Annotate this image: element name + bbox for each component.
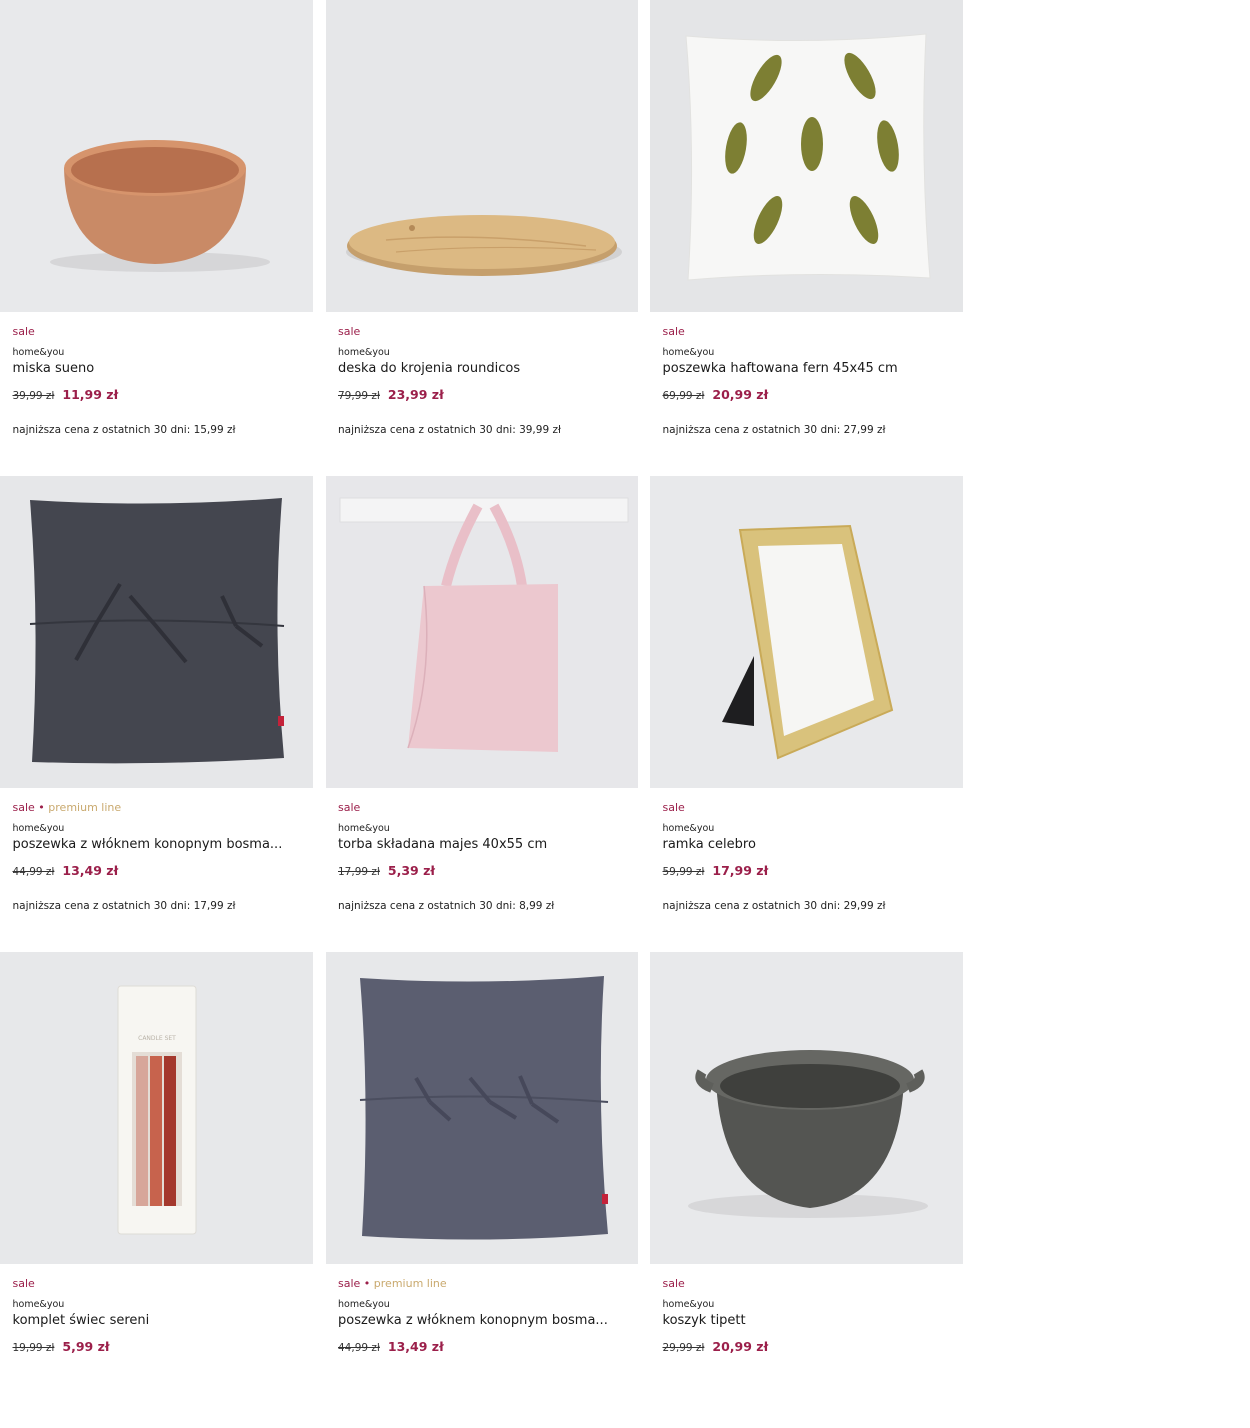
product-image[interactable] <box>650 476 963 788</box>
brand-label: home&you <box>662 1299 715 1310</box>
old-price: 29,99 zł <box>662 1342 705 1354</box>
old-price: 59,99 zł <box>662 866 705 878</box>
brand-label: home&you <box>338 347 390 358</box>
sale-tag: sale <box>338 325 361 338</box>
brand-label: home&you <box>12 1299 65 1310</box>
product-image[interactable] <box>0 0 313 312</box>
product-card[interactable]: sale home&you ramka celebro 59,99 zł 17,… <box>650 476 963 952</box>
old-price: 17,99 zł <box>338 866 380 878</box>
wooden-cutting-board-image <box>325 0 638 312</box>
grey-rope-basket-image <box>650 952 963 1264</box>
sale-price: 17,99 zł <box>712 863 769 878</box>
brand-label: home&you <box>12 823 65 834</box>
product-grid: sale home&you miska sueno 39,99 zł 11,99… <box>0 0 963 1428</box>
pink-tote-bag-image <box>325 476 638 788</box>
brand-label: home&you <box>12 347 65 358</box>
product-image[interactable] <box>325 952 638 1264</box>
product-card[interactable]: sale • premium line home&you poszewka z … <box>325 952 638 1428</box>
sale-price: 20,99 zł <box>712 387 769 402</box>
product-image[interactable]: CANDLE SET <box>0 952 313 1264</box>
fern-embroidered-pillow-image <box>650 0 963 312</box>
dark-grey-pillow-image <box>0 476 313 788</box>
premium-line-tag: premium line <box>48 801 122 814</box>
sale-tag: sale <box>662 1277 685 1290</box>
brand-label: home&you <box>338 823 390 834</box>
gold-photo-frame-image <box>650 476 963 788</box>
sale-tag: sale <box>662 325 685 338</box>
product-name[interactable]: ramka celebro <box>663 837 935 852</box>
sale-price: 5,39 zł <box>387 863 436 878</box>
old-price: 44,99 zł <box>338 1342 380 1354</box>
product-card[interactable]: sale home&you deska do krojenia roundico… <box>325 0 638 476</box>
sale-tag: sale <box>12 801 35 814</box>
old-price: 19,99 zł <box>12 1342 55 1354</box>
old-price: 69,99 zł <box>662 390 705 402</box>
old-price: 39,99 zł <box>12 390 55 402</box>
lowest-price-note: najniższa cena z ostatnich 30 dni: 8,99 … <box>338 900 555 912</box>
product-card[interactable]: sale home&you poszewka haftowana fern 45… <box>650 0 963 476</box>
tag-separator: • <box>38 801 45 814</box>
candle-set-box-image: CANDLE SET <box>0 952 313 1264</box>
product-card[interactable]: sale home&you miska sueno 39,99 zł 11,99… <box>0 0 313 476</box>
product-name[interactable]: miska sueno <box>13 361 285 376</box>
product-name[interactable]: koszyk tipett <box>663 1313 935 1328</box>
old-price: 79,99 zł <box>338 390 380 402</box>
product-name[interactable]: deska do krojenia roundicos <box>338 361 610 376</box>
old-price: 44,99 zł <box>12 866 55 878</box>
lowest-price-note: najniższa cena z ostatnich 30 dni: 29,99… <box>662 900 886 912</box>
product-image[interactable] <box>650 952 963 1264</box>
product-name[interactable]: poszewka z włóknem konopnym bosma... <box>13 837 285 852</box>
lowest-price-note: najniższa cena z ostatnich 30 dni: 39,99… <box>338 424 561 436</box>
sale-tag: sale <box>338 1277 361 1290</box>
sale-price: 13,49 zł <box>62 863 119 878</box>
product-image[interactable] <box>325 0 638 312</box>
sale-tag: sale <box>12 325 35 338</box>
premium-line-tag: premium line <box>373 1277 447 1290</box>
product-image[interactable] <box>0 476 313 788</box>
product-name[interactable]: torba składana majes 40x55 cm <box>338 837 610 852</box>
grey-blue-pillow-image <box>325 952 638 1264</box>
product-image[interactable] <box>650 0 963 312</box>
sale-price: 23,99 zł <box>387 387 444 402</box>
product-card[interactable]: sale home&you torba składana majes 40x55… <box>325 476 638 952</box>
lowest-price-note: najniższa cena z ostatnich 30 dni: 15,99… <box>12 424 236 436</box>
lowest-price-note: najniższa cena z ostatnich 30 dni: 27,99… <box>662 424 886 436</box>
brand-label: home&you <box>338 1299 390 1310</box>
candle-set-box-label: CANDLE SET <box>138 1035 176 1042</box>
product-image[interactable] <box>325 476 638 788</box>
terracotta-bowl-image <box>0 0 313 312</box>
sale-price: 5,99 zł <box>62 1339 110 1354</box>
sale-tag: sale <box>662 801 685 814</box>
product-card[interactable]: sale home&you koszyk tipett 29,99 zł 20,… <box>650 952 963 1428</box>
sale-price: 13,49 zł <box>387 1339 444 1354</box>
product-name[interactable]: poszewka haftowana fern 45x45 cm <box>663 361 935 376</box>
tag-separator: • <box>363 1277 371 1290</box>
brand-label: home&you <box>662 823 715 834</box>
product-card[interactable]: sale • premium line home&you poszewka z … <box>0 476 313 952</box>
sale-tag: sale <box>12 1277 35 1290</box>
sale-tag: sale <box>338 801 361 814</box>
lowest-price-note: najniższa cena z ostatnich 30 dni: 17,99… <box>12 900 236 912</box>
product-name[interactable]: poszewka z włóknem konopnym bosma... <box>338 1313 610 1328</box>
product-name[interactable]: komplet świec sereni <box>13 1313 285 1328</box>
sale-price: 11,99 zł <box>62 387 119 402</box>
sale-price: 20,99 zł <box>712 1339 769 1354</box>
product-card[interactable]: CANDLE SET sale home&you komplet świec s… <box>0 952 313 1428</box>
brand-label: home&you <box>662 347 715 358</box>
